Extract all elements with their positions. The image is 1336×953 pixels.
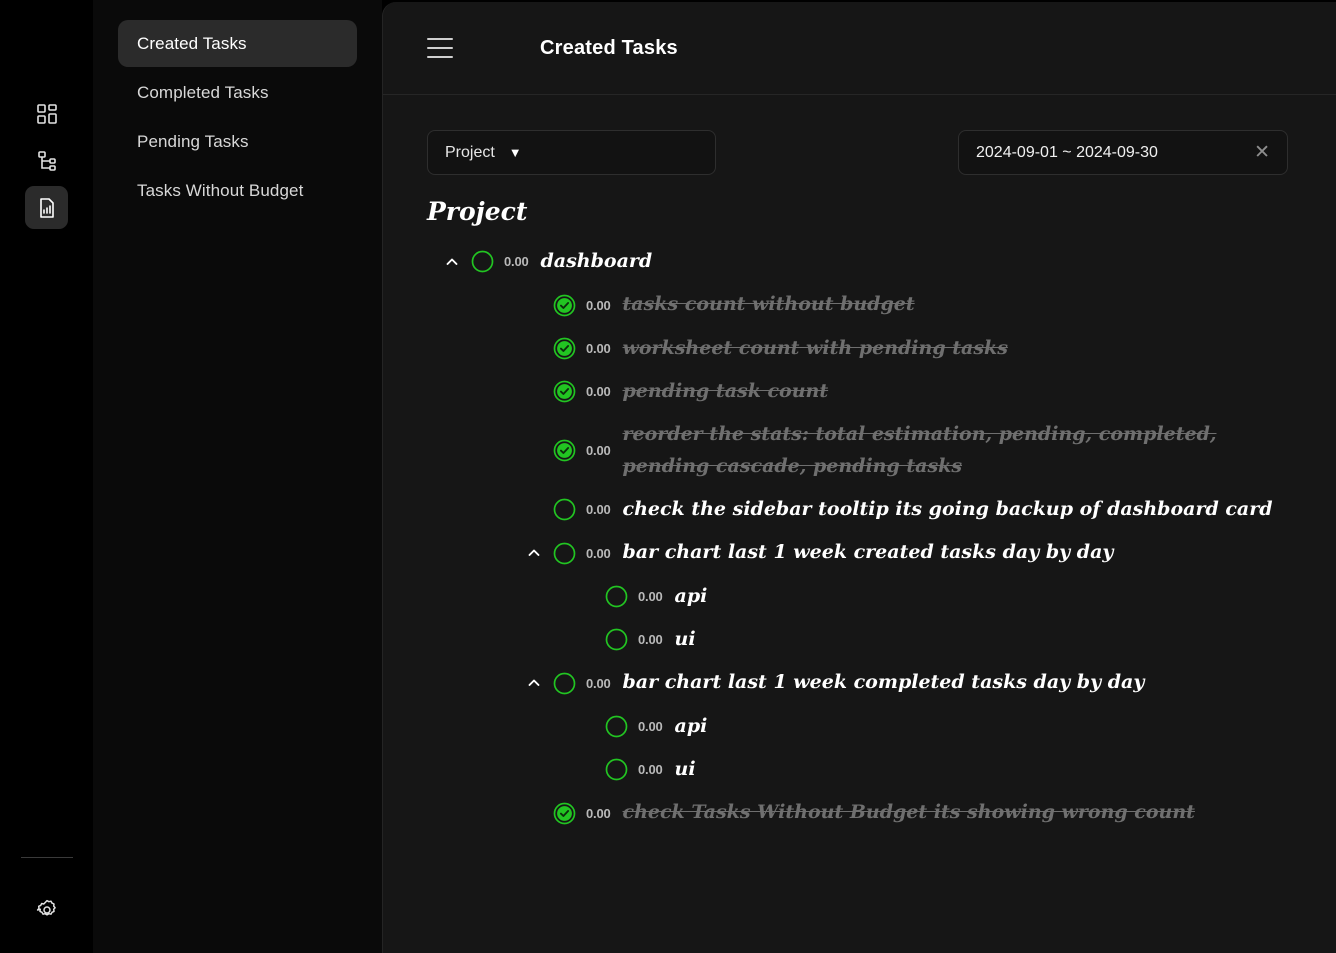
node-amount: 0.00 [586,805,611,821]
checkbox-checked-icon[interactable] [553,294,576,317]
tree-node[interactable]: 0.00 dashboard [441,240,1302,283]
node-label: worksheet count with pending tasks [622,336,1008,359]
checkbox-unchecked-icon[interactable] [553,498,576,521]
rail-button-report[interactable] [25,186,68,229]
rail-bottom-group [0,857,93,931]
tree-node[interactable]: 0.00 tasks count without budget [523,283,1336,326]
tree-node[interactable]: 0.00 bar chart last 1 week completed task… [523,661,1336,704]
report-document-icon [36,197,58,219]
page-title: Created Tasks [540,36,678,59]
node-label: bar chart last 1 week created tasks day … [622,541,1114,564]
hamburger-icon[interactable] [427,38,453,58]
tree-node[interactable]: 0.00 worksheet count with pending tasks [523,327,1336,370]
sidebar-item-created-tasks[interactable]: Created Tasks [118,20,357,67]
secondary-sidebar: Created Tasks Completed Tasks Pending Ta… [93,0,382,953]
rail-divider [20,857,73,858]
checkbox-unchecked-icon[interactable] [553,542,576,565]
node-label: reorder the stats: total estimation, pen… [622,423,1217,477]
node-amount: 0.00 [638,718,663,734]
filter-bar: Project ▼ 2024-09-01 ~ 2024-09-30 ✕ [383,95,1336,175]
dashboard-grid-icon [36,103,58,125]
date-range-value: 2024-09-01 ~ 2024-09-30 [976,143,1158,161]
node-amount: 0.00 [638,762,663,778]
node-amount: 0.00 [586,675,611,691]
node-label: check Tasks Without Budget its showing w… [622,801,1195,824]
icon-rail [0,0,93,953]
checkbox-unchecked-icon[interactable] [471,250,494,273]
sidebar-item-pending-tasks[interactable]: Pending Tasks [118,118,357,165]
tree-node[interactable]: 0.00 api [575,705,1336,748]
top-bar: Created Tasks [383,2,1336,95]
node-amount: 0.00 [586,384,611,400]
chevron-up-icon[interactable] [441,251,463,273]
node-label: bar chart last 1 week completed tasks da… [622,671,1145,694]
checkbox-checked-icon[interactable] [553,380,576,403]
chevron-up-icon[interactable] [523,542,545,564]
chevron-down-icon: ▼ [508,145,522,160]
chevron-up-icon[interactable] [523,672,545,694]
tree-node[interactable]: 0.00 ui [575,618,1336,661]
sidebar-item-label: Created Tasks [137,33,247,53]
node-amount: 0.00 [586,297,611,313]
close-icon[interactable]: ✕ [1254,143,1270,162]
node-label: api [674,584,708,607]
tree-node[interactable]: 0.00 bar chart last 1 week created tasks … [523,531,1336,574]
node-label: pending task count [622,380,829,403]
tree-node[interactable]: 0.00 check Tasks Without Budget its showi… [523,791,1336,834]
tree-heading: Project [427,197,528,226]
tree-node-list: 0.00 dashboard 0.00 tasks count without bud… [427,240,1288,835]
gear-icon [35,898,59,922]
sidebar-item-completed-tasks[interactable]: Completed Tasks [118,69,357,116]
date-range-picker[interactable]: 2024-09-01 ~ 2024-09-30 ✕ [958,130,1288,175]
node-amount: 0.00 [638,632,663,648]
node-label: check the sidebar tooltip its going back… [622,498,1273,521]
node-amount: 0.00 [586,443,611,459]
node-label: dashboard [540,250,653,272]
checkbox-checked-icon[interactable] [553,439,576,462]
sidebar-item-label: Pending Tasks [137,131,249,151]
checkbox-unchecked-icon[interactable] [605,628,628,651]
checkbox-checked-icon[interactable] [553,802,576,825]
node-amount: 0.00 [638,588,663,604]
project-select[interactable]: Project ▼ [427,130,716,175]
sidebar-item-label: Completed Tasks [137,82,269,102]
tree-node[interactable]: 0.00 api [575,575,1336,618]
task-tree: Project 0.00 dashboard 0.00 tasks count wit… [383,175,1336,953]
node-label: ui [674,628,696,651]
project-select-label: Project [445,143,495,161]
node-label: tasks count without budget [622,293,915,316]
tree-node[interactable]: 0.00 ui [575,748,1336,791]
tree-node[interactable]: 0.00 check the sidebar tooltip its going … [523,488,1336,531]
sidebar-item-label: Tasks Without Budget [137,180,304,200]
sidebar-item-tasks-without-budget[interactable]: Tasks Without Budget [118,167,357,214]
tree-node[interactable]: 0.00 reorder the stats: total estimation,… [523,413,1336,488]
rail-icon-group [25,92,68,229]
node-amount: 0.00 [586,340,611,356]
node-amount: 0.00 [504,254,529,270]
checkbox-unchecked-icon[interactable] [605,585,628,608]
checkbox-unchecked-icon[interactable] [605,715,628,738]
hierarchy-tree-icon [36,150,58,172]
tree-node[interactable]: 0.00 pending task count [523,370,1336,413]
rail-button-hierarchy[interactable] [25,139,68,182]
node-amount: 0.00 [586,502,611,518]
rail-button-dashboard[interactable] [25,92,68,135]
checkbox-unchecked-icon[interactable] [553,672,576,695]
node-label: api [674,714,708,737]
node-label: ui [674,758,696,781]
checkbox-unchecked-icon[interactable] [605,758,628,781]
app-root: Created Tasks Completed Tasks Pending Ta… [0,0,1336,953]
rail-button-settings[interactable] [25,888,68,931]
node-amount: 0.00 [586,545,611,561]
main-panel: Created Tasks Project ▼ 2024-09-01 ~ 202… [382,2,1336,953]
checkbox-checked-icon[interactable] [553,337,576,360]
